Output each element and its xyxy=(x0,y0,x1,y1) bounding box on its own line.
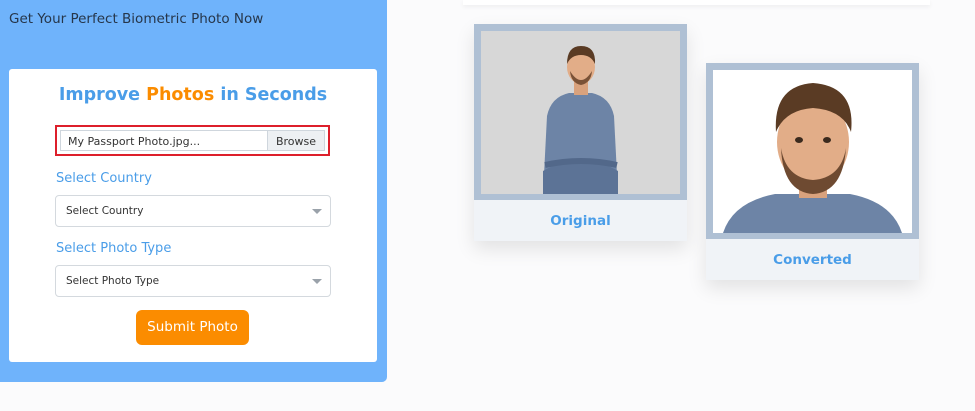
country-select-value: Select Country xyxy=(66,205,144,217)
chevron-down-icon xyxy=(312,279,322,284)
heading-part-1: Improve xyxy=(58,85,141,105)
converted-photo-frame xyxy=(706,63,919,239)
country-select[interactable]: Select Country xyxy=(55,195,331,227)
original-photo-frame xyxy=(474,24,687,200)
browse-button[interactable]: Browse xyxy=(267,131,324,150)
converted-sample-card: Converted xyxy=(706,63,919,280)
heading-part-2: Photos xyxy=(146,85,215,105)
top-strip xyxy=(463,0,930,5)
converted-photo xyxy=(713,70,912,233)
photo-type-select[interactable]: Select Photo Type xyxy=(55,265,331,297)
heading-part-3: in Seconds xyxy=(220,85,328,105)
left-panel: Get Your Perfect Biometric Photo Now Imp… xyxy=(0,0,387,382)
submit-photo-button[interactable]: Submit Photo xyxy=(136,310,249,345)
photo-type-select-value: Select Photo Type xyxy=(66,275,160,287)
original-photo xyxy=(481,31,680,194)
upload-form-card: Improve Photos in Seconds My Passport Ph… xyxy=(9,69,377,362)
form-heading: Improve Photos in Seconds xyxy=(9,85,377,105)
original-sample-card: Original xyxy=(474,24,687,241)
country-label: Select Country xyxy=(56,171,152,186)
person-headshot-image xyxy=(713,70,912,233)
person-full-body-image xyxy=(481,31,680,194)
tagline: Get Your Perfect Biometric Photo Now xyxy=(9,11,264,27)
original-caption: Original xyxy=(550,213,611,229)
file-name: My Passport Photo.jpg... xyxy=(68,135,201,148)
file-upload-highlight: My Passport Photo.jpg... Browse xyxy=(55,125,330,156)
photo-type-label: Select Photo Type xyxy=(56,241,172,256)
chevron-down-icon xyxy=(312,209,322,214)
file-upload-input[interactable]: My Passport Photo.jpg... Browse xyxy=(60,130,325,151)
converted-caption: Converted xyxy=(773,252,852,268)
